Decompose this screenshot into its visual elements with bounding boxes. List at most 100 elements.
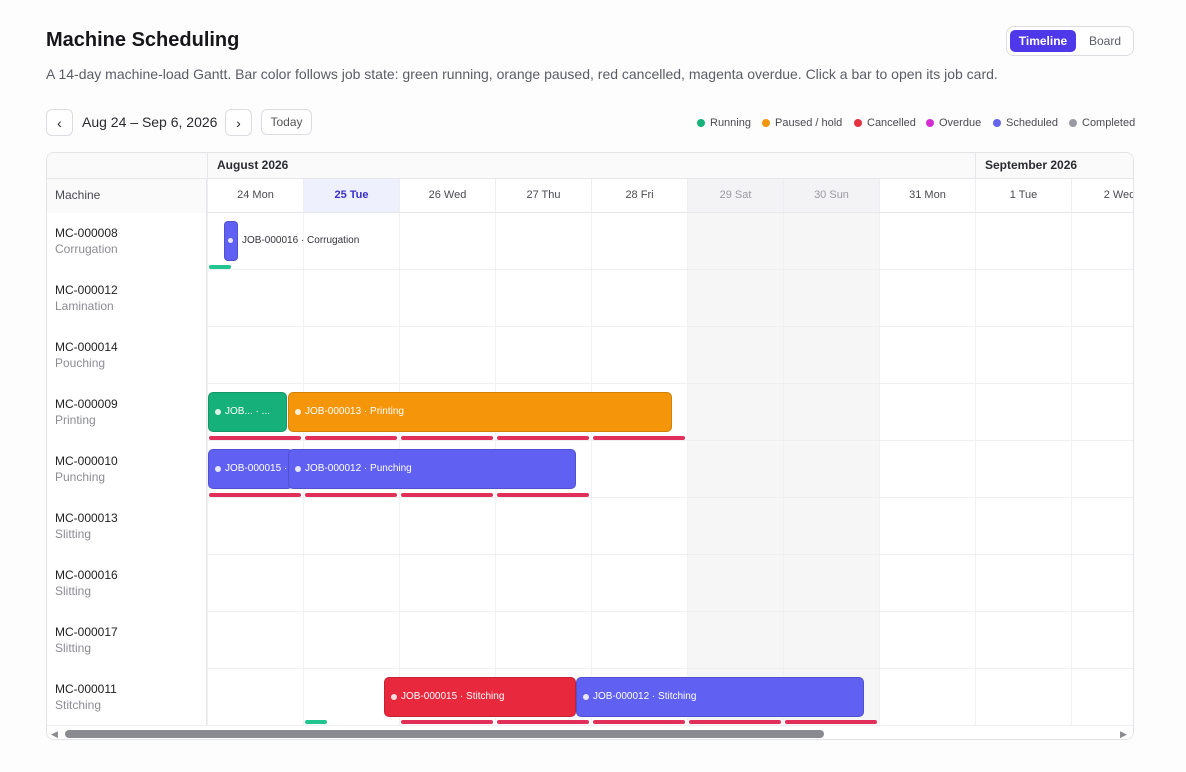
legend-label: Completed: [1082, 117, 1136, 129]
machine-type: Slitting: [55, 527, 92, 541]
day-header-row: Machine 24 Mon 25 Tue 26 Wed 27 Thu 28 F…: [47, 179, 1133, 213]
machine-cell: MC-000012 Lamination: [47, 270, 207, 327]
machine-cell: MC-000017 Slitting: [47, 612, 207, 669]
overdue-line: [209, 493, 301, 497]
overdue-line: [689, 720, 781, 724]
machine-type: Corrugation: [55, 242, 118, 256]
machine-type: Stitching: [55, 698, 102, 712]
legend-item-completed: Completed: [1069, 116, 1135, 130]
machine-type: Slitting: [55, 641, 92, 655]
machine-type: Lamination: [55, 299, 114, 313]
machine-type: Punching: [55, 470, 106, 484]
machine-id: MC-000008: [55, 226, 118, 240]
legend-item-paused: Paused / hold: [762, 116, 842, 130]
next-range-button[interactable]: ›: [225, 109, 252, 136]
scroll-right-icon[interactable]: ▶: [1120, 729, 1127, 739]
machine-id: MC-000012: [55, 283, 118, 297]
legend-item-cancelled: Cancelled: [854, 116, 916, 130]
legend-item-running: Running: [697, 116, 751, 130]
overdue-line: [401, 493, 493, 497]
overdue-line: [593, 436, 685, 440]
job-bar-scheduled[interactable]: JOB-000012 · Punching: [288, 449, 576, 489]
overdue-line: [209, 436, 301, 440]
month-header-row: August 2026 September 2026: [47, 153, 1133, 179]
legend-label: Cancelled: [867, 117, 916, 129]
date-range-label: Aug 24 – Sep 6, 2026: [82, 114, 218, 130]
job-bar-paused[interactable]: JOB-000013 · Printing: [288, 392, 672, 432]
day-header-today: 25 Tue: [303, 179, 399, 212]
machine-column-header: Machine: [47, 179, 207, 213]
machine-cell: MC-000016 Slitting: [47, 555, 207, 612]
gantt-body: MC-000008 Corrugation MC-000012 Laminati…: [47, 213, 1133, 725]
board-view-button[interactable]: Board: [1079, 30, 1131, 52]
prev-range-button[interactable]: ‹: [46, 109, 73, 136]
running-dot-icon: [697, 119, 705, 127]
job-bar-label: JOB-000016 · Corrugation: [242, 235, 360, 246]
machine-id: MC-000014: [55, 340, 118, 354]
day-header: 28 Fri: [591, 179, 687, 212]
machine-id: MC-000009: [55, 397, 118, 411]
today-button[interactable]: Today: [261, 109, 312, 135]
overdue-line: [785, 720, 877, 724]
legend-item-scheduled: Scheduled: [993, 116, 1058, 130]
overdue-line: [401, 436, 493, 440]
day-header: 26 Wed: [399, 179, 495, 212]
machine-id: MC-000016: [55, 568, 118, 582]
overdue-line: [401, 720, 493, 724]
job-bar-scheduled[interactable]: JOB-000012 · Stitching: [576, 677, 864, 717]
chevron-right-icon: ›: [236, 114, 241, 131]
overdue-line: [593, 720, 685, 724]
overdue-line: [497, 436, 589, 440]
machine-row: MC-000016 Slitting: [47, 555, 1133, 612]
scheduled-dot-icon: [993, 119, 1001, 127]
job-bar-scheduled[interactable]: [224, 221, 238, 261]
job-bar-running[interactable]: JOB... · ...: [208, 392, 287, 432]
cancelled-dot-icon: [854, 119, 862, 127]
machine-type: Pouching: [55, 356, 106, 370]
job-bar-scheduled[interactable]: JOB-000015 ·: [208, 449, 293, 489]
overdue-line: [497, 493, 589, 497]
machine-row: MC-000017 Slitting: [47, 612, 1133, 669]
machine-row: MC-000012 Lamination: [47, 270, 1133, 327]
overdue-dot-icon: [926, 119, 934, 127]
day-header-weekend: 30 Sun: [783, 179, 879, 212]
machine-type: Slitting: [55, 584, 92, 598]
machine-id: MC-000010: [55, 454, 118, 468]
scroll-left-icon[interactable]: ◀: [51, 729, 58, 739]
legend-label: Overdue: [939, 117, 982, 129]
gantt-timeline: August 2026 September 2026 Machine 24 Mo…: [46, 152, 1134, 740]
overdue-line: [305, 493, 397, 497]
scrollbar-thumb[interactable]: [65, 730, 824, 738]
day-header: 2 Wed: [1071, 179, 1133, 212]
month-header-september: September 2026: [975, 153, 1133, 179]
day-header: 1 Tue: [975, 179, 1071, 212]
machine-row: MC-000013 Slitting: [47, 498, 1133, 555]
machine-cell: MC-000008 Corrugation: [47, 213, 207, 270]
machine-cell: MC-000010 Punching: [47, 441, 207, 498]
completed-dot-icon: [1069, 119, 1077, 127]
day-header: 27 Thu: [495, 179, 591, 212]
legend-item-overdue: Overdue: [926, 116, 981, 130]
machine-cell: MC-000013 Slitting: [47, 498, 207, 555]
machine-id: MC-000017: [55, 625, 118, 639]
overdue-line: [305, 436, 397, 440]
legend-label: Running: [710, 117, 751, 129]
machine-cell: MC-000009 Printing: [47, 384, 207, 441]
timeline-view-button[interactable]: Timeline: [1010, 30, 1076, 52]
month-header-august: August 2026: [207, 153, 975, 179]
page-subtitle: A 14-day machine-load Gantt. Bar color f…: [46, 66, 998, 82]
overdue-line: [497, 720, 589, 724]
page-title: Machine Scheduling: [46, 29, 240, 51]
legend-label: Paused / hold: [775, 117, 843, 129]
day-header: 31 Mon: [879, 179, 975, 212]
progress-line: [209, 265, 231, 269]
machine-id: MC-000011: [55, 682, 117, 696]
view-toggle: Timeline Board: [1006, 26, 1134, 56]
machine-cell: MC-000011 Stitching: [47, 669, 207, 725]
horizontal-scrollbar[interactable]: ◀ ▶: [47, 725, 1133, 739]
machine-cell: MC-000014 Pouching: [47, 327, 207, 384]
machine-row: MC-000008 Corrugation: [47, 213, 1133, 270]
job-bar-cancelled[interactable]: JOB-000015 · Stitching: [384, 677, 576, 717]
machine-id: MC-000013: [55, 511, 118, 525]
progress-line: [305, 720, 327, 724]
